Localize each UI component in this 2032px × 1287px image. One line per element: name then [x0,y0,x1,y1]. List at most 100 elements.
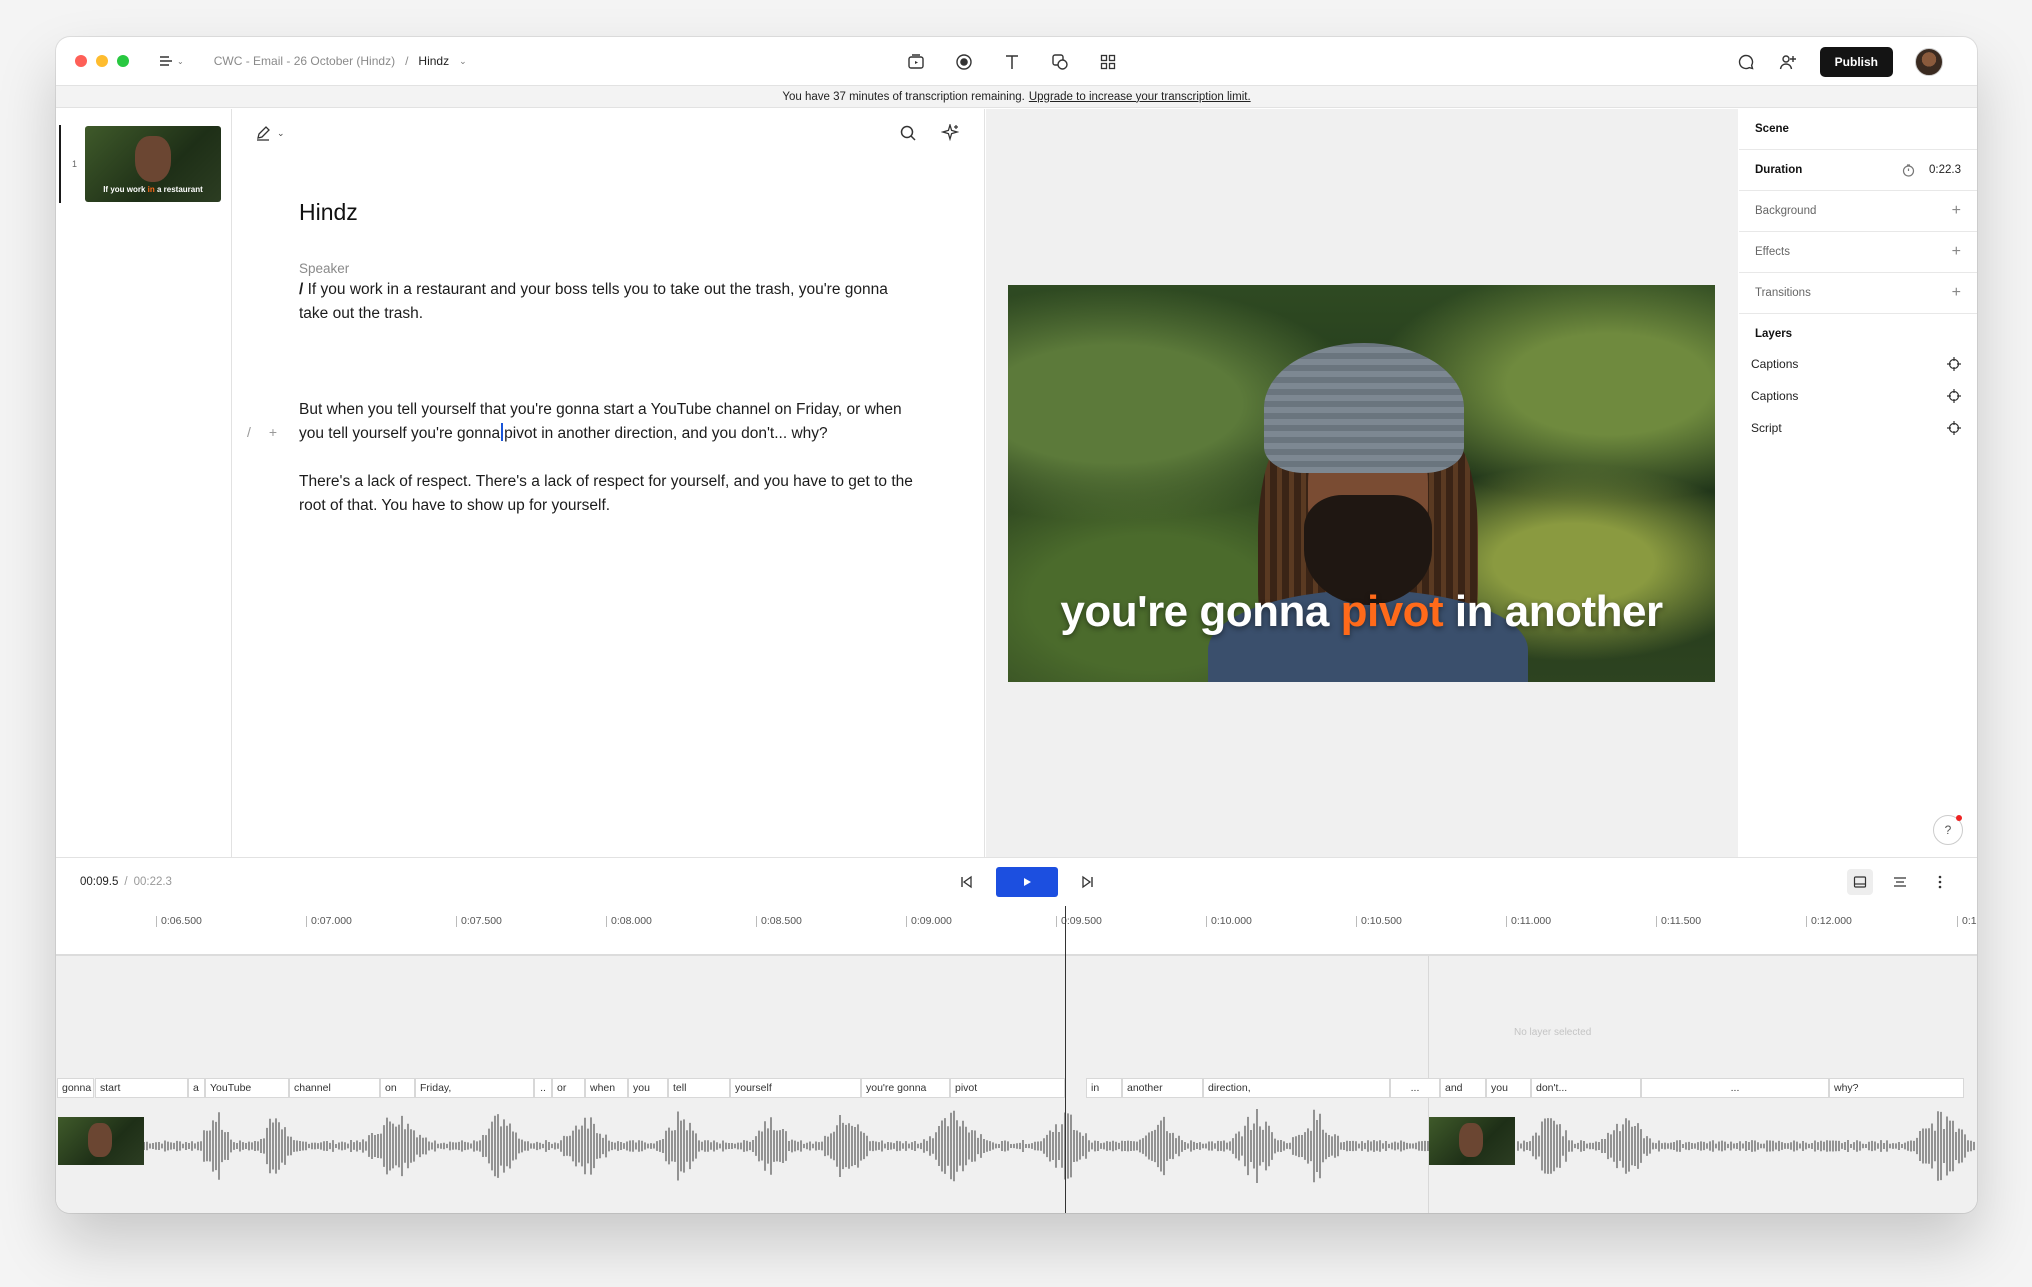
playback-controls [956,867,1098,897]
word-chip[interactable]: start [95,1078,188,1098]
word-chip[interactable]: on [380,1078,415,1098]
word-chip[interactable]: Friday, [415,1078,534,1098]
edit-mode-button[interactable]: ⌄ [255,125,285,141]
record-button[interactable] [954,52,974,72]
word-chip[interactable]: or [552,1078,585,1098]
word-chip[interactable]: ... [1641,1078,1829,1098]
word-chip[interactable]: direction, [1203,1078,1390,1098]
scene-break-button[interactable]: / [247,424,251,440]
crosshair-icon[interactable] [1947,389,1961,403]
word-chip[interactable]: .. [534,1078,552,1098]
transitions-row[interactable]: Transitions + [1739,273,1977,314]
help-button[interactable]: ? [1933,815,1963,845]
word-chip[interactable]: when [585,1078,628,1098]
timeline-ruler[interactable]: 0:06.500 0:07.000 0:07.500 0:08.000 0:08.500… [56,906,1977,956]
video-frame[interactable]: you're gonna pivot in another [1008,285,1715,682]
playhead[interactable] [1065,906,1066,1213]
timeline-tracks[interactable]: No layer selected gonna start a YouTube chan… [56,956,1977,1213]
layer-item[interactable]: Script [1739,412,1977,444]
script-paragraph[interactable]: But when you tell yourself that you're g… [299,398,919,446]
audio-waveform [143,1109,1975,1183]
layer-item[interactable]: Captions [1739,380,1977,412]
text-button[interactable] [1002,52,1022,72]
script-paragraph[interactable]: / If you work in a restaurant and your b… [299,278,919,326]
filmstrip-view-button[interactable] [1847,869,1873,895]
word-chip[interactable]: another [1122,1078,1203,1098]
add-line-button[interactable]: + [269,424,277,440]
crosshair-icon[interactable] [1947,421,1961,435]
ai-actions-button[interactable] [940,123,960,143]
breadcrumb-separator: / [405,54,409,68]
shapes-button[interactable] [1050,52,1070,72]
layer-label: Captions [1751,389,1799,403]
effects-row[interactable]: Effects + [1739,232,1977,273]
more-vertical-icon [1938,875,1942,889]
upgrade-link[interactable]: Upgrade to increase your transcription l… [1029,91,1251,103]
word-chip[interactable]: in [1086,1078,1122,1098]
add-transition-icon[interactable]: + [1952,284,1961,302]
breadcrumb-scene[interactable]: Hindz [418,54,449,68]
grid-icon [1100,54,1116,69]
media-button[interactable] [906,52,926,72]
invite-button[interactable] [1778,52,1798,72]
main-menu-button[interactable]: ⌄ [159,55,184,67]
ruler-tick: 0:12.000 [1806,916,1852,927]
background-row[interactable]: Background + [1739,191,1977,232]
more-options-button[interactable] [1927,869,1953,895]
add-effect-icon[interactable]: + [1952,243,1961,261]
publish-button[interactable]: Publish [1819,46,1893,77]
duration-value[interactable]: 0:22.3 [1929,164,1961,176]
word-chip[interactable]: channel [289,1078,380,1098]
word-chip[interactable]: why? [1829,1078,1964,1098]
transcription-banner: You have 37 minutes of transcription rem… [56,86,1977,108]
word-chip[interactable]: tell [668,1078,730,1098]
chevron-down-icon[interactable]: ⌄ [459,56,467,67]
word-chip[interactable]: you [628,1078,668,1098]
word-chip[interactable]: pivot [950,1078,1065,1098]
word-chip[interactable]: a [188,1078,205,1098]
layout-icon [1853,876,1867,888]
scene-number: 1 [72,159,78,169]
skip-back-button[interactable] [956,872,976,892]
script-view-button[interactable] [1887,869,1913,895]
word-chip[interactable]: gonna [57,1078,94,1098]
breadcrumb-project[interactable]: CWC - Email - 26 October (Hindz) [214,54,395,68]
word-chip[interactable]: you're gonna [861,1078,950,1098]
word-chip[interactable]: yourself [730,1078,861,1098]
search-button[interactable] [898,123,918,143]
play-button[interactable] [996,867,1058,897]
add-background-icon[interactable]: + [1952,202,1961,220]
word-track: gonna start a YouTube channel on Friday,.. or wh… [56,1078,1977,1098]
word-chip[interactable]: ... [1390,1078,1440,1098]
close-window-button[interactable] [75,55,87,67]
ruler-tick: 0:11.000 [1506,916,1551,927]
word-chip[interactable]: don't... [1531,1078,1641,1098]
speaker-label[interactable]: Speaker [299,261,349,276]
scene-thumbnail[interactable]: If you work in a restaurant [85,126,221,202]
avatar[interactable] [1915,47,1943,76]
duration-row[interactable]: Duration 0:22.3 [1739,150,1977,191]
window-controls [75,55,129,67]
word-chip[interactable]: you [1486,1078,1531,1098]
paragraph-text: There's a lack of respect. There's a lac… [299,473,913,514]
word-chip[interactable]: and [1440,1078,1486,1098]
templates-button[interactable] [1098,52,1118,72]
insert-toolbar [906,37,1118,86]
clip-thumbnail[interactable] [1429,1117,1515,1165]
crosshair-icon[interactable] [1947,357,1961,371]
search-icon [900,125,916,141]
zoom-window-button[interactable] [117,55,129,67]
comments-button[interactable] [1736,52,1756,72]
layer-item[interactable]: Captions [1739,348,1977,380]
script-paragraph[interactable]: There's a lack of respect. There's a lac… [299,470,919,518]
word-chip[interactable]: YouTube [205,1078,289,1098]
minimize-window-button[interactable] [96,55,108,67]
document-title[interactable]: Hindz [299,199,358,226]
caption-overlay[interactable]: you're gonna pivot in another [1008,587,1715,637]
background-label: Background [1755,205,1817,217]
skip-forward-button[interactable] [1078,872,1098,892]
scene-break-marker: / [299,281,304,298]
ruler-tick: 0:09.500 [1056,916,1102,927]
menu-icon [160,56,172,66]
clip-thumbnail[interactable] [58,1117,144,1165]
